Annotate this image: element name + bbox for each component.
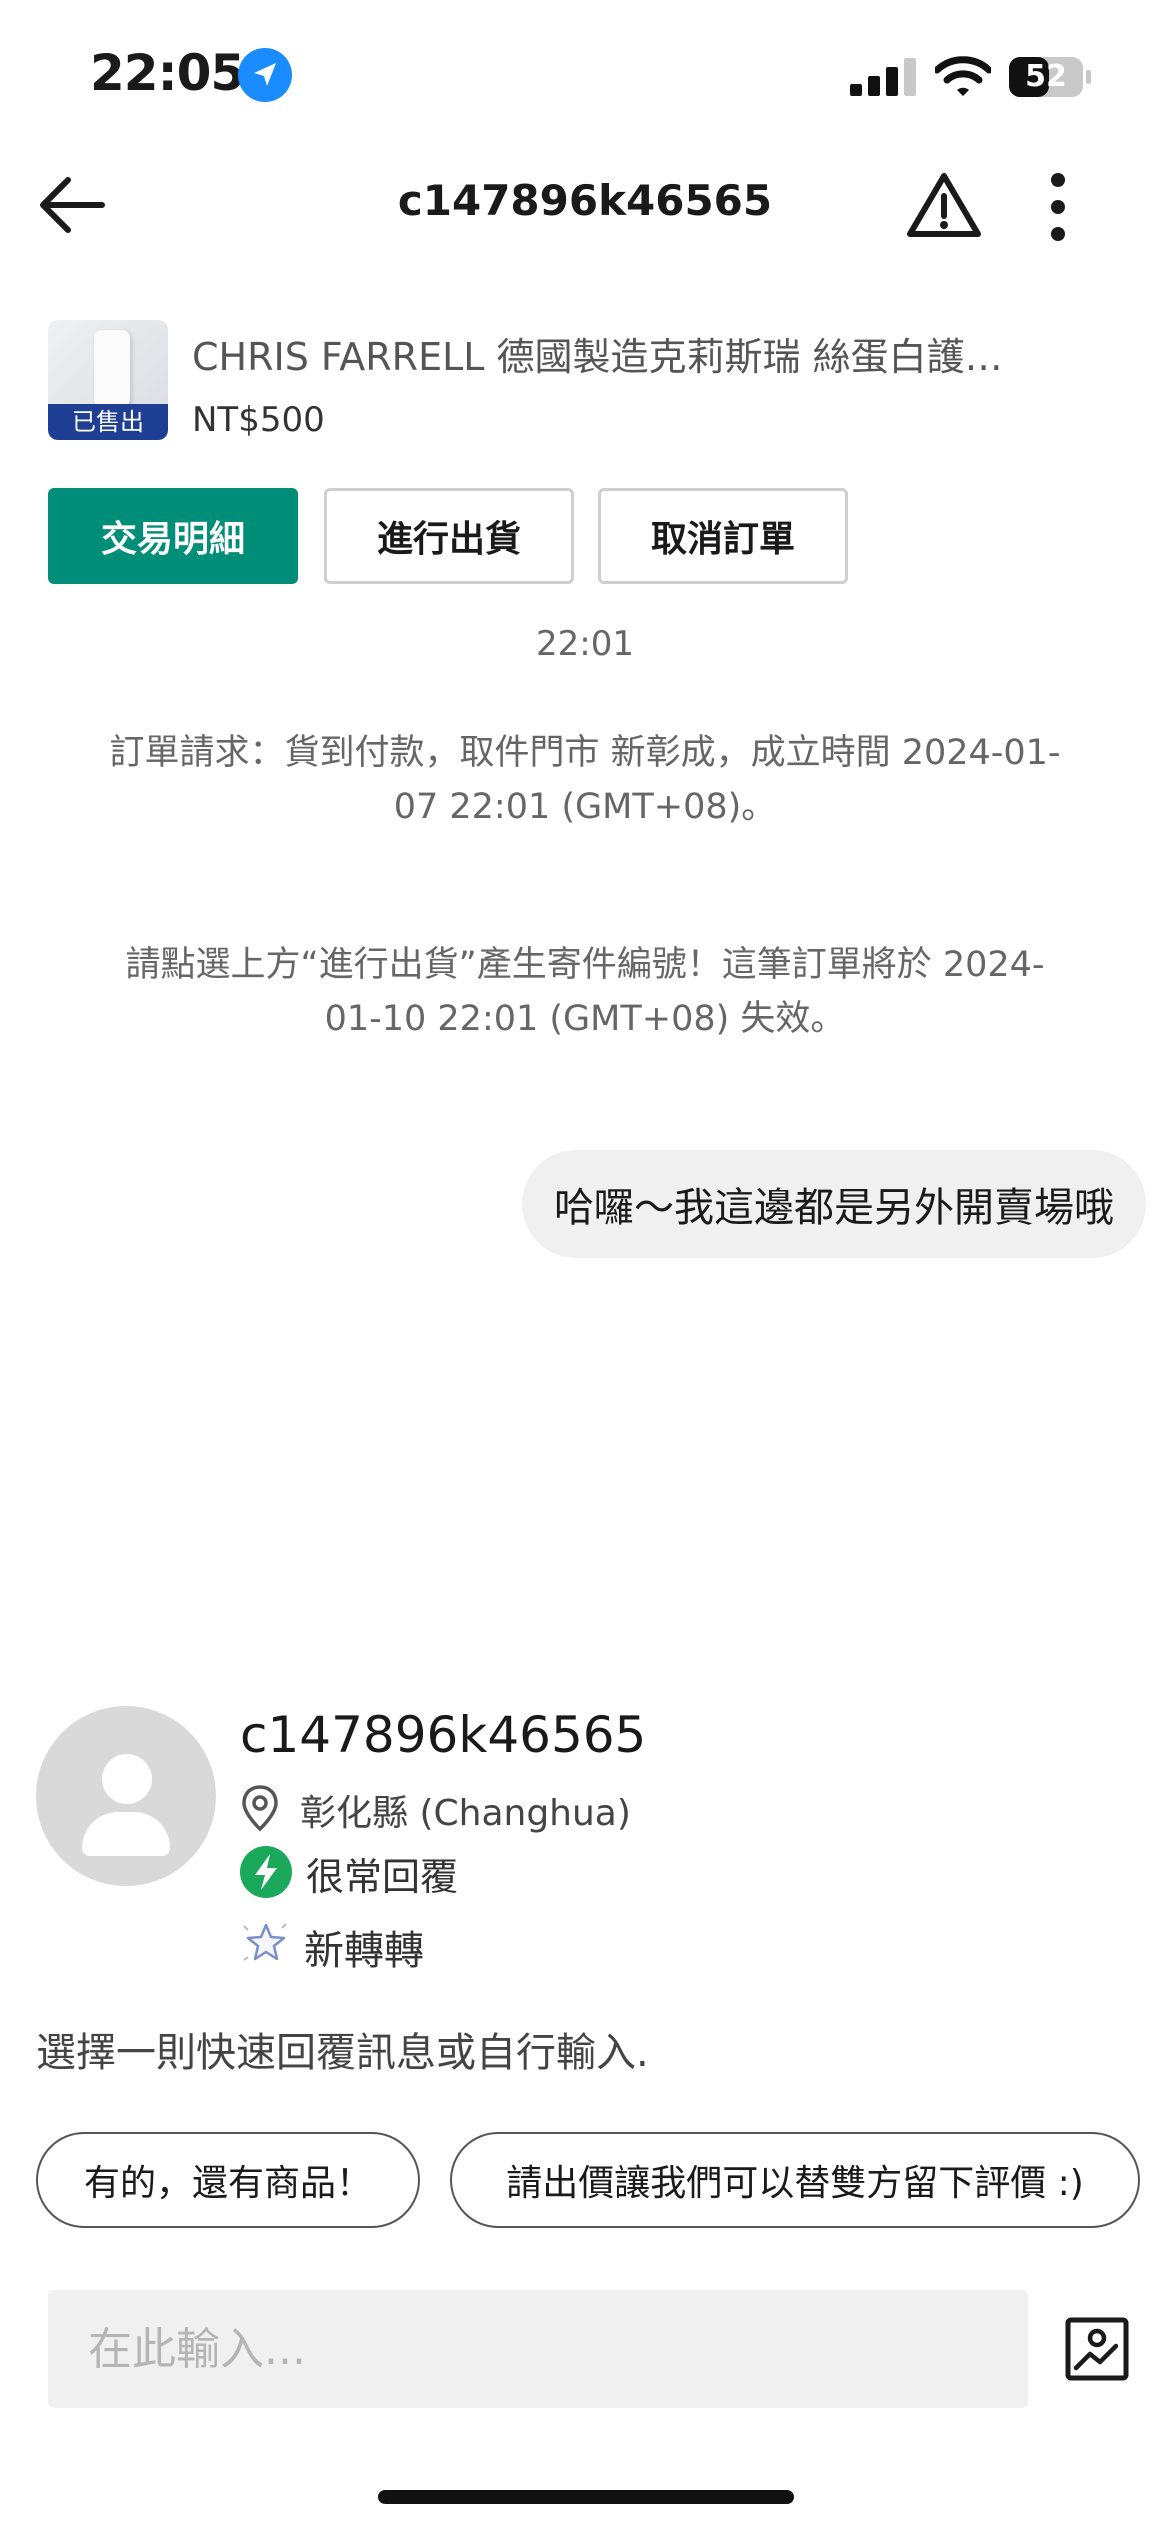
profile-location: 彰化縣 (Changhua) xyxy=(300,1793,631,1834)
star-icon xyxy=(243,1923,287,1961)
message-input[interactable] xyxy=(48,2290,1028,2408)
reply-rate-label: 很常回覆 xyxy=(306,1855,459,1899)
seller-level-label: 新轉轉 xyxy=(304,1928,424,1974)
quick-reply-chip[interactable]: 請出價讓我們可以替雙方留下評價 :) xyxy=(450,2132,1140,2228)
my-message-bubble: 哈囉～我這邊都是另外開賣場哦 xyxy=(522,1150,1146,1258)
battery-percent: 52 xyxy=(1025,59,1067,94)
product-image xyxy=(94,330,130,412)
transaction-details-button[interactable]: 交易明細 xyxy=(48,488,298,584)
battery-icon: 52 xyxy=(1008,56,1092,98)
ship-button[interactable]: 進行出貨 xyxy=(324,488,574,584)
product-price: NT$500 xyxy=(192,400,325,440)
page-title: c147896k46565 xyxy=(397,176,773,225)
system-message: 訂單請求：貨到付款，取件門市 新彰成，成立時間 2024-01-07 22:01… xyxy=(109,733,1061,827)
lightning-bolt-icon xyxy=(240,1846,292,1898)
status-time: 22:05 xyxy=(90,44,245,102)
avatar[interactable] xyxy=(36,1706,216,1886)
quick-reply-chip[interactable]: 有的，還有商品！ xyxy=(36,2132,420,2228)
signal-icon xyxy=(850,58,916,96)
home-indicator xyxy=(378,2490,794,2504)
location-pin-icon xyxy=(242,1785,278,1832)
sold-badge: 已售出 xyxy=(48,404,168,440)
warning-icon[interactable] xyxy=(906,170,982,240)
image-upload-icon[interactable] xyxy=(1064,2316,1130,2382)
cancel-order-button[interactable]: 取消訂單 xyxy=(598,488,848,584)
message-timestamp: 22:01 xyxy=(536,624,634,664)
wifi-icon xyxy=(935,56,991,96)
profile-name[interactable]: c147896k46565 xyxy=(240,1706,646,1764)
more-vertical-icon[interactable] xyxy=(1044,172,1072,242)
location-arrow-icon xyxy=(238,48,292,102)
product-thumbnail[interactable]: 已售出 xyxy=(48,320,168,440)
system-message: 請點選上方“進行出貨”產生寄件編號！這筆訂單將於 2024-01-10 22:0… xyxy=(125,945,1045,1039)
product-title[interactable]: CHRIS FARRELL 德國製造克莉斯瑞 絲蛋白護… xyxy=(192,326,1122,381)
quick-reply-prompt: 選擇一則快速回覆訊息或自行輸入. xyxy=(36,2030,649,2076)
